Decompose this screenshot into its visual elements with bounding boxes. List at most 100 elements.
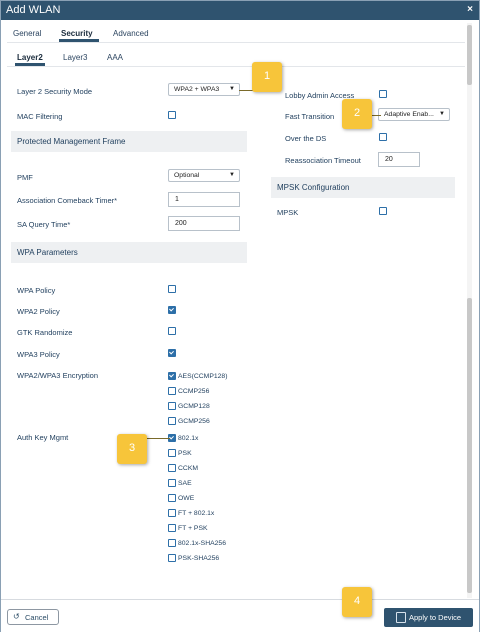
gtk-randomize-label: GTK Randomize — [17, 328, 73, 337]
subtabs-divider — [7, 66, 465, 67]
akm-cckm-label: CCKM — [178, 465, 199, 472]
callout-3-connector — [146, 438, 170, 439]
cancel-button-label: Cancel — [25, 613, 49, 622]
tab-layer3[interactable]: Layer3 — [63, 53, 87, 62]
enc-gcmp128-label: GCMP128 — [178, 403, 210, 410]
save-icon — [396, 612, 406, 623]
sa-query-value: 200 — [175, 220, 187, 227]
wpa2-policy-label: WPA2 Policy — [17, 307, 60, 316]
callout-4-number: 4 — [353, 595, 361, 607]
callout-3: 3 — [117, 434, 147, 464]
sa-query-input[interactable]: 200 — [168, 216, 240, 231]
enc-gcmp256-label: GCMP256 — [178, 418, 210, 425]
close-icon[interactable]: × — [467, 4, 473, 15]
callout-1-number: 1 — [263, 70, 271, 82]
sa-query-label: SA Query Time* — [17, 220, 71, 229]
reassoc-timeout-input[interactable]: 20 — [378, 152, 420, 167]
akm-ft-8021x-label: FT + 802.1x — [178, 510, 215, 517]
cancel-button[interactable]: ↺ Cancel — [7, 609, 59, 625]
wpa3-policy-label: WPA3 Policy — [17, 350, 60, 359]
tab-security[interactable]: Security — [61, 29, 93, 38]
pmf-value: Optional — [174, 172, 200, 179]
mpsk-label: MPSK — [277, 208, 299, 217]
callout-2-connector — [371, 115, 381, 116]
enc-ccmp256-checkbox[interactable] — [168, 387, 176, 395]
undo-icon: ↺ — [13, 612, 20, 621]
callout-1-connector — [239, 90, 253, 91]
wpa-section-title: WPA Parameters — [17, 248, 78, 257]
wpa-section-header: WPA Parameters — [11, 242, 247, 263]
dialog-titlebar: Add WLAN × — [1, 1, 479, 20]
akm-8021x-sha256-label: 802.1x-SHA256 — [178, 540, 226, 547]
scrollbar-track-segment[interactable] — [467, 298, 472, 593]
fast-transition-value: Adaptive Enab... — [384, 111, 434, 118]
add-wlan-dialog: Add WLAN × General Security Advanced Lay… — [0, 0, 480, 632]
callout-2-number: 2 — [353, 107, 361, 119]
tab-aaa[interactable]: AAA — [107, 53, 123, 62]
auth-key-mgmt-label: Auth Key Mgmt — [17, 433, 69, 442]
callout-3-number: 3 — [128, 442, 136, 454]
enc-aes-ccmp128-label: AES(CCMP128) — [178, 373, 228, 380]
tabs-divider — [7, 42, 465, 43]
akm-cckm-checkbox[interactable] — [168, 464, 176, 472]
encryption-label: WPA2/WPA3 Encryption — [17, 371, 98, 380]
dialog-title: Add WLAN — [6, 4, 61, 16]
chevron-down-icon: ▼ — [229, 86, 235, 92]
akm-psk-label: PSK — [178, 450, 192, 457]
reassoc-timeout-value: 20 — [385, 156, 393, 163]
over-the-ds-checkbox[interactable] — [379, 133, 387, 141]
akm-8021x-label: 802.1x — [178, 435, 199, 442]
chevron-down-icon: ▼ — [229, 172, 235, 178]
pmf-section-header: Protected Management Frame — [11, 131, 247, 152]
enc-gcmp128-checkbox[interactable] — [168, 402, 176, 410]
l2-security-mode-value: WPA2 + WPA3 — [174, 86, 220, 93]
pmf-section-title: Protected Management Frame — [17, 137, 126, 146]
akm-sae-checkbox[interactable] — [168, 479, 176, 487]
akm-sae-label: SAE — [178, 480, 192, 487]
wpa-policy-checkbox[interactable] — [168, 285, 176, 293]
assoc-comeback-label: Association Comeback Timer* — [17, 196, 118, 205]
chevron-down-icon: ▼ — [439, 111, 445, 117]
wpa3-policy-checkbox[interactable] — [168, 349, 176, 357]
mpsk-checkbox[interactable] — [379, 207, 387, 215]
enc-gcmp256-checkbox[interactable] — [168, 417, 176, 425]
pmf-select[interactable]: Optional ▼ — [168, 169, 240, 182]
assoc-comeback-input[interactable]: 1 — [168, 192, 240, 207]
mpsk-section-title: MPSK Configuration — [277, 183, 350, 192]
apply-button-label: Apply to Device — [409, 613, 462, 622]
tab-layer2[interactable]: Layer2 — [17, 53, 43, 62]
l2-security-mode-label: Layer 2 Security Mode — [17, 87, 93, 96]
l2-security-mode-select[interactable]: WPA2 + WPA3 ▼ — [168, 83, 240, 96]
mac-filtering-checkbox[interactable] — [168, 111, 176, 119]
akm-ft-psk-label: FT + PSK — [178, 525, 208, 532]
callout-4: 4 — [342, 587, 372, 617]
akm-ft-psk-checkbox[interactable] — [168, 524, 176, 532]
mac-filtering-label: MAC Filtering — [17, 112, 63, 121]
gtk-randomize-checkbox[interactable] — [168, 327, 176, 335]
akm-ft-8021x-checkbox[interactable] — [168, 509, 176, 517]
akm-owe-checkbox[interactable] — [168, 494, 176, 502]
enc-aes-ccmp128-checkbox[interactable] — [168, 372, 176, 380]
dialog-footer: ↺ Cancel Apply to Device — [1, 599, 479, 632]
wpa-policy-label: WPA Policy — [17, 286, 56, 295]
tab-advanced[interactable]: Advanced — [113, 29, 149, 38]
over-the-ds-label: Over the DS — [285, 134, 327, 143]
scrollbar-thumb[interactable] — [467, 25, 472, 85]
apply-to-device-button[interactable]: Apply to Device — [384, 608, 473, 627]
callout-1: 1 — [252, 62, 282, 92]
reassoc-timeout-label: Reassociation Timeout — [285, 156, 361, 165]
akm-owe-label: OWE — [178, 495, 195, 502]
fast-transition-select[interactable]: Adaptive Enab... ▼ — [378, 108, 450, 121]
lobby-admin-checkbox[interactable] — [379, 90, 387, 98]
assoc-comeback-value: 1 — [175, 196, 179, 203]
tab-general[interactable]: General — [13, 29, 41, 38]
akm-psk-sha256-checkbox[interactable] — [168, 554, 176, 562]
fast-transition-label: Fast Transition — [285, 112, 335, 121]
akm-8021x-sha256-checkbox[interactable] — [168, 539, 176, 547]
enc-ccmp256-label: CCMP256 — [178, 388, 210, 395]
scrollbar[interactable] — [467, 23, 472, 598]
wpa2-policy-checkbox[interactable] — [168, 306, 176, 314]
akm-psk-checkbox[interactable] — [168, 449, 176, 457]
callout-2: 2 — [342, 99, 372, 129]
akm-psk-sha256-label: PSK-SHA256 — [178, 555, 220, 562]
